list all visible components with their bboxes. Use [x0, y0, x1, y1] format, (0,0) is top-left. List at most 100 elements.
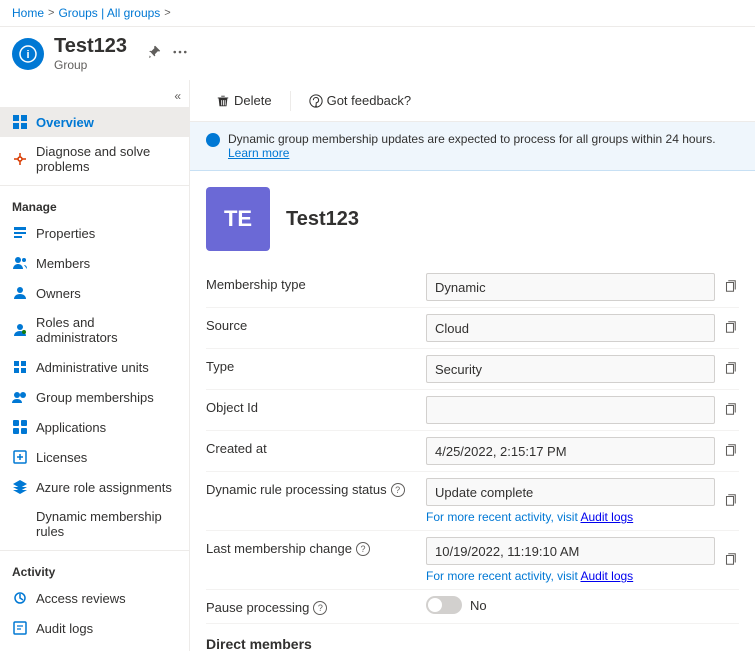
sidebar-item-admin-units[interactable]: Administrative units — [0, 352, 189, 382]
sidebar-divider-1 — [0, 185, 189, 186]
sidebar-item-applications[interactable]: Applications — [0, 412, 189, 442]
prop-sub-dynamic-status: For more recent activity, visit Audit lo… — [426, 510, 715, 524]
copy-object-id[interactable] — [721, 400, 739, 421]
audit-logs-link-1[interactable]: Audit logs — [580, 510, 633, 524]
prop-sub-last-membership: For more recent activity, visit Audit lo… — [426, 569, 715, 583]
copy-last-membership[interactable] — [721, 550, 739, 571]
sidebar-licenses-label: Licenses — [36, 450, 87, 465]
prop-row-created-at: Created at 4/25/2022, 2:15:17 PM — [206, 431, 739, 472]
sidebar-item-dynamic-rules[interactable]: Dynamic membership rules — [0, 502, 189, 546]
sidebar-manage-label: Manage — [0, 190, 189, 218]
breadcrumb-sep-1: > — [48, 7, 54, 19]
direct-members-section: Direct members 🌐 687 Total 687 User(s) — [190, 624, 755, 651]
copy-type[interactable] — [721, 359, 739, 380]
feedback-label: Got feedback? — [327, 93, 412, 108]
delete-label: Delete — [234, 93, 272, 108]
prop-value-membership-type: Dynamic — [426, 273, 715, 301]
prop-value-wrap-pause: No — [426, 596, 739, 614]
sidebar-collapse-button[interactable]: « — [174, 89, 181, 103]
sidebar-item-access-reviews[interactable]: Access reviews — [0, 583, 189, 613]
prop-value-source: Cloud — [426, 314, 715, 342]
audit-logs-icon — [12, 620, 28, 636]
sidebar-item-audit-logs[interactable]: Audit logs — [0, 613, 189, 643]
page-title: Test123 — [54, 35, 127, 58]
sidebar-audit-logs-label: Audit logs — [36, 621, 93, 636]
pause-toggle[interactable] — [426, 596, 462, 614]
sidebar-item-owners[interactable]: Owners — [0, 278, 189, 308]
overview-icon — [12, 114, 28, 130]
page-subtitle: Group — [54, 58, 127, 72]
prop-value-wrap-last-membership: 10/19/2022, 11:19:10 AM For more recent … — [426, 537, 739, 583]
delete-button[interactable]: Delete — [206, 88, 282, 113]
prop-value-dynamic-status: Update complete — [426, 478, 715, 506]
diagnose-icon — [12, 151, 28, 167]
more-button[interactable] — [171, 43, 189, 64]
info-banner-link[interactable]: Learn more — [228, 146, 289, 160]
toggle-knob — [428, 598, 442, 612]
sidebar-applications-label: Applications — [36, 420, 106, 435]
sidebar-item-diagnose[interactable]: Diagnose and solve problems — [0, 137, 189, 181]
copy-dynamic-status[interactable] — [721, 491, 739, 512]
main-layout: « Overview Diagnose and solve problems M… — [0, 80, 755, 651]
sidebar-item-overview[interactable]: Overview — [0, 107, 189, 137]
sidebar-item-group-memberships[interactable]: Group memberships — [0, 382, 189, 412]
group-header: TE Test123 — [190, 171, 755, 259]
owners-icon — [12, 285, 28, 301]
prop-value-created-at: 4/25/2022, 2:15:17 PM — [426, 437, 715, 465]
feedback-button[interactable]: Got feedback? — [299, 88, 422, 113]
prop-value-last-membership: 10/19/2022, 11:19:10 AM — [426, 537, 715, 565]
content-toolbar: Delete Got feedback? — [190, 80, 755, 122]
breadcrumb-groups[interactable]: Groups | All groups — [58, 6, 160, 20]
prop-label-dynamic-status: Dynamic rule processing status ? — [206, 478, 426, 497]
prop-label-object-id: Object Id — [206, 396, 426, 415]
info-icon-last-membership[interactable]: ? — [356, 542, 370, 556]
sidebar-diagnose-label: Diagnose and solve problems — [36, 144, 177, 174]
page-header: i Test123 Group — [0, 27, 755, 80]
dynamic-rules-icon — [12, 516, 28, 532]
sidebar-item-licenses[interactable]: Licenses — [0, 442, 189, 472]
toolbar-divider — [290, 91, 291, 111]
sidebar-item-members[interactable]: Members — [0, 248, 189, 278]
roles-icon — [12, 322, 28, 338]
svg-text:i: i — [26, 49, 29, 61]
sidebar-divider-2 — [0, 550, 189, 551]
sidebar-item-properties[interactable]: Properties — [0, 218, 189, 248]
members-icon — [12, 255, 28, 271]
prop-value-object-id — [426, 396, 715, 424]
sidebar-collapse: « — [0, 84, 189, 107]
applications-icon — [12, 419, 28, 435]
direct-members-title: Direct members — [206, 636, 739, 651]
sidebar-item-azure-roles[interactable]: Azure role assignments — [0, 472, 189, 502]
sidebar-item-roles-administrators[interactable]: Roles and administrators — [0, 308, 189, 352]
prop-value-type: Security — [426, 355, 715, 383]
properties-icon — [12, 225, 28, 241]
copy-source[interactable] — [721, 318, 739, 339]
sidebar-item-bulk-operations[interactable]: Bulk operation results — [0, 643, 189, 651]
prop-value-wrap-dynamic-status: Update complete For more recent activity… — [426, 478, 739, 524]
breadcrumb: Home > Groups | All groups > — [0, 0, 755, 27]
group-memberships-icon — [12, 389, 28, 405]
prop-row-source: Source Cloud — [206, 308, 739, 349]
access-reviews-icon — [12, 590, 28, 606]
page-title-block: Test123 Group — [54, 35, 127, 72]
sidebar-roles-label: Roles and administrators — [36, 315, 177, 345]
sidebar-owners-label: Owners — [36, 286, 81, 301]
prop-row-dynamic-status: Dynamic rule processing status ? Update … — [206, 472, 739, 531]
info-icon-pause[interactable]: ? — [313, 601, 327, 615]
breadcrumb-home[interactable]: Home — [12, 6, 44, 20]
pause-value-label: No — [470, 598, 487, 613]
prop-value-wrap-type: Security — [426, 355, 739, 383]
licenses-icon — [12, 449, 28, 465]
admin-units-icon — [12, 359, 28, 375]
sidebar-access-reviews-label: Access reviews — [36, 591, 126, 606]
copy-created-at[interactable] — [721, 441, 739, 462]
audit-logs-link-2[interactable]: Audit logs — [580, 569, 633, 583]
sidebar-group-memberships-label: Group memberships — [36, 390, 154, 405]
sidebar-activity-label: Activity — [0, 555, 189, 583]
toggle-wrap-pause: No — [426, 596, 487, 614]
copy-membership-type[interactable] — [721, 277, 739, 298]
pin-button[interactable] — [145, 43, 163, 64]
info-icon-dynamic-status[interactable]: ? — [391, 483, 405, 497]
prop-value-wrap-membership-type: Dynamic — [426, 273, 739, 301]
group-name: Test123 — [286, 208, 359, 231]
